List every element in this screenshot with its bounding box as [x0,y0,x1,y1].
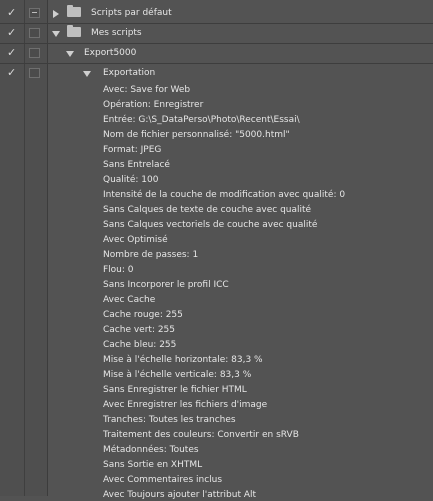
param-item: Avec: Save for Web [103,85,191,95]
checkmark-icon[interactable]: ✓ [7,27,19,39]
param-item: Tranches: Toutes les tranches [103,415,236,425]
param-item: Entrée: G:\S_DataPerso\Photo\Recent\Essa… [103,115,300,125]
command-label: Exportation [103,68,156,78]
action-set-row-default[interactable]: ✓ Scripts par défaut [0,4,433,24]
param-item: Cache rouge: 255 [103,310,183,320]
folder-icon [67,5,81,17]
command-row-exportation[interactable]: ✓ Exportation [0,64,433,84]
collapse-arrow-icon[interactable] [52,31,60,37]
param-item: Sans Enregistrer le fichier HTML [103,385,247,395]
param-item: Nom de fichier personnalisé: "5000.html" [103,130,290,140]
param-item: Avec Commentaires inclus [103,475,223,485]
param-item: Mise à l'échelle horizontale: 83,3 % [103,355,263,365]
action-set-label: Scripts par défaut [91,8,172,18]
dialog-toggle-icon[interactable] [29,68,40,78]
param-item: Format: JPEG [103,145,162,155]
action-row-export5000[interactable]: ✓ Export5000 [0,44,433,64]
param-item: Avec Enregistrer les fichiers d'image [103,400,268,410]
checkmark-icon[interactable]: ✓ [7,67,19,79]
param-item: Qualité: 100 [103,175,159,185]
actions-panel: ✓ Scripts par défaut ✓ Mes scripts ✓ Exp… [0,0,433,500]
action-label: Export5000 [84,48,137,58]
param-item: Sans Entrelacé [103,160,170,170]
dialog-toggle-icon[interactable] [29,48,40,58]
action-set-label: Mes scripts [91,28,142,38]
param-item: Cache bleu: 255 [103,340,177,350]
dialog-toggle-icon[interactable] [29,8,40,18]
folder-open-icon [67,25,81,37]
collapse-arrow-icon[interactable] [83,71,91,77]
param-item: Traitement des couleurs: Convertir en sR… [103,430,299,440]
param-item: Flou: 0 [103,265,134,275]
param-item: Sans Calques de texte de couche avec qua… [103,205,312,215]
param-item: Opération: Enregistrer [103,100,204,110]
param-item: Sans Sortie en XHTML [103,460,203,470]
checkmark-icon[interactable]: ✓ [7,47,19,59]
param-item: Cache vert: 255 [103,325,176,335]
expand-arrow-icon[interactable] [53,10,59,18]
param-item: Intensité de la couche de modification a… [103,190,346,200]
checkmark-icon[interactable]: ✓ [7,7,19,19]
param-item: Métadonnées: Toutes [103,445,199,455]
param-item: Mise à l'échelle verticale: 83,3 % [103,370,252,380]
param-item: Avec Optimisé [103,235,168,245]
action-set-row-mes-scripts[interactable]: ✓ Mes scripts [0,24,433,44]
param-item: Sans Incorporer le profil ICC [103,280,229,290]
dialog-toggle-icon[interactable] [29,28,40,38]
collapse-arrow-icon[interactable] [66,51,74,57]
param-item: Nombre de passes: 1 [103,250,199,260]
param-item: Sans Calques vectoriels de couche avec q… [103,220,318,230]
param-item: Avec Cache [103,295,156,305]
